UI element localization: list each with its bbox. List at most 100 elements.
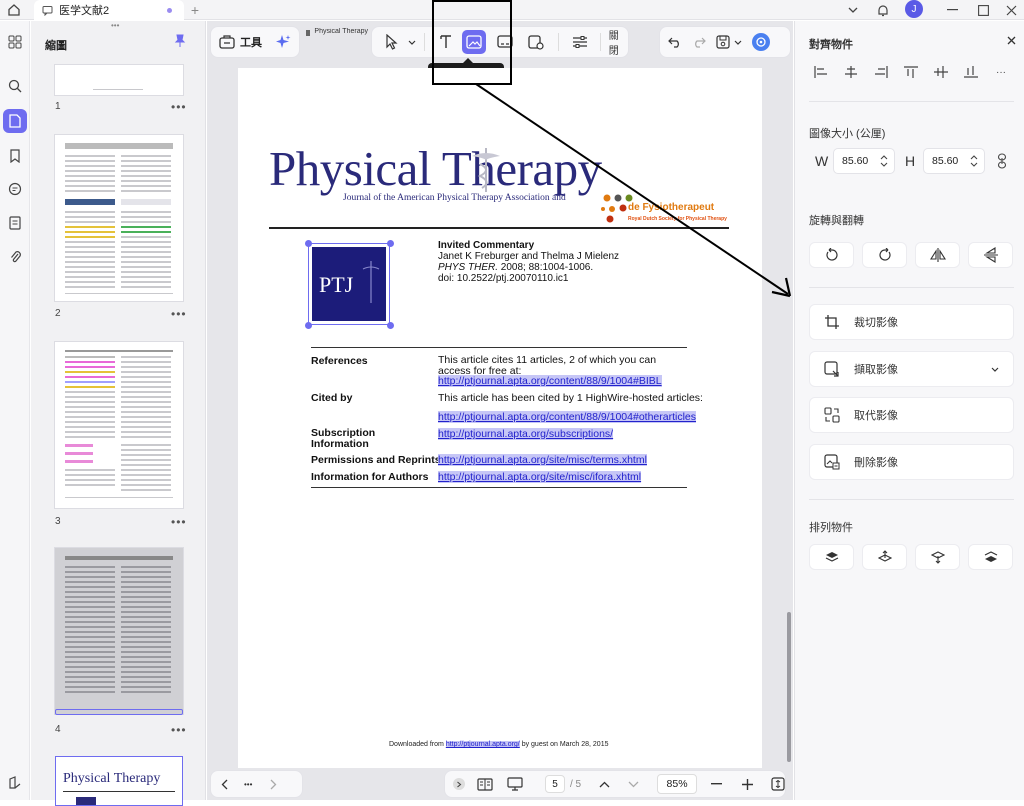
thumbnails-icon[interactable] [3, 109, 27, 133]
attachment-icon[interactable] [3, 245, 27, 269]
save-icon[interactable] [716, 35, 730, 49]
lock-aspect-icon[interactable] [995, 152, 1009, 170]
pin-icon[interactable] [172, 33, 188, 49]
thumbnail-more-button[interactable]: ••• [171, 100, 187, 114]
page-thumbnail-5[interactable]: Physical Therapy [55, 756, 183, 806]
resize-handle[interactable] [387, 240, 394, 247]
page-layout-icon[interactable] [477, 777, 493, 791]
permissions-link[interactable]: http://ptjournal.apta.org/site/misc/term… [438, 454, 647, 466]
zoom-in-icon[interactable] [742, 778, 753, 790]
search-icon[interactable] [3, 74, 27, 98]
chevron-up-icon[interactable] [599, 781, 610, 788]
maximize-icon[interactable] [976, 3, 990, 17]
close-edit-button[interactable]: 關閉 [609, 27, 628, 57]
align-middle-icon[interactable] [933, 66, 949, 78]
page-thumbnail-1[interactable] [55, 65, 183, 95]
send-to-back-button[interactable] [968, 544, 1013, 570]
cited-by-text: This article has been cited by 1 HighWir… [438, 392, 703, 404]
cited-by-link[interactable]: http://ptjournal.apta.org/content/88/9/1… [438, 411, 697, 423]
undo-icon[interactable] [668, 36, 682, 48]
bell-icon[interactable] [876, 2, 890, 18]
page-thumbnail-2[interactable] [55, 135, 183, 301]
stepper-icon[interactable] [880, 155, 888, 167]
selected-image-frame[interactable]: PTJ [305, 240, 394, 329]
page-thumbnail-4[interactable] [55, 548, 183, 714]
thumbnails-panel: 縮圖 ••• 1 ••• 2 ••• 3 ••• 4 ••• Physical … [31, 21, 206, 806]
delete-image-button[interactable]: 刪除影像 [809, 444, 1014, 480]
close-panel-icon[interactable] [1005, 34, 1017, 46]
replace-image-button[interactable]: 取代影像 [809, 397, 1014, 433]
redo-icon[interactable] [692, 36, 706, 48]
select-cursor-icon[interactable] [378, 30, 407, 54]
chevron-down-icon[interactable] [991, 367, 999, 372]
chevron-left-icon[interactable] [221, 779, 228, 790]
thumbnail-more-button[interactable]: ••• [171, 515, 187, 529]
bookmark-icon[interactable] [3, 144, 27, 168]
references-link[interactable]: http://ptjournal.apta.org/content/88/9/1… [438, 375, 662, 387]
ptj-logo-image[interactable]: PTJ [312, 247, 386, 321]
extract-image-button[interactable]: 擷取影像 [809, 351, 1014, 387]
forms-icon[interactable] [3, 211, 27, 235]
height-input[interactable]: 85.60 [923, 148, 985, 174]
more-pages-button[interactable]: ••• [244, 780, 252, 789]
presentation-icon[interactable] [507, 777, 523, 791]
avatar[interactable]: J [905, 0, 923, 18]
page-number-input[interactable]: 5 [544, 775, 565, 793]
arrange-title: 排列物件 [809, 522, 853, 534]
chevron-down-icon[interactable] [846, 3, 860, 17]
toolbox-icon[interactable] [219, 35, 235, 49]
bring-to-front-button[interactable] [809, 544, 854, 570]
tools-label[interactable]: 工具 [240, 34, 262, 50]
chevron-down-icon[interactable] [628, 781, 639, 788]
home-icon[interactable] [6, 2, 22, 18]
chevron-down-icon[interactable] [734, 40, 742, 45]
comments-icon[interactable] [3, 177, 27, 201]
zoom-out-icon[interactable] [711, 783, 722, 785]
width-input[interactable]: 85.60 [833, 148, 895, 174]
send-backward-button[interactable] [915, 544, 960, 570]
collapse-icon[interactable] [453, 778, 465, 790]
ai-sparkle-icon[interactable] [275, 34, 291, 50]
ai-assistant-icon[interactable] [752, 33, 770, 51]
footer-link[interactable]: http://ptjournal.apta.org/ [445, 741, 520, 748]
authors-info-link[interactable]: http://ptjournal.apta.org/site/misc/ifor… [438, 471, 642, 483]
watermark-icon[interactable] [525, 30, 548, 54]
rotate-right-button[interactable] [862, 242, 907, 268]
size-title: 圖像大小 (公厘) [809, 128, 886, 140]
chevron-right-icon[interactable] [270, 779, 277, 790]
layers-icon[interactable] [3, 771, 27, 795]
zoom-level-field[interactable]: 85% [657, 774, 697, 794]
new-tab-plus-icon[interactable]: + [188, 2, 202, 18]
scrollbar-thumb[interactable] [787, 612, 791, 762]
align-right-icon[interactable] [873, 66, 889, 78]
drag-handle[interactable]: ••• [111, 22, 125, 30]
flip-vertical-button[interactable] [968, 242, 1013, 268]
align-left-icon[interactable] [813, 66, 829, 78]
bring-forward-button[interactable] [862, 544, 907, 570]
align-top-icon[interactable] [903, 66, 919, 78]
resize-handle[interactable] [305, 322, 312, 329]
crop-image-button[interactable]: 裁切影像 [809, 304, 1014, 340]
more-align-icon[interactable]: ··· [993, 66, 1009, 78]
view-controls: 5 / 5 85% [444, 770, 786, 798]
align-bottom-icon[interactable] [963, 66, 979, 78]
apps-grid-icon[interactable] [3, 30, 27, 54]
flip-horizontal-button[interactable] [915, 242, 960, 268]
resize-handle[interactable] [387, 322, 394, 329]
breadcrumb: Physical Therapy [306, 28, 368, 38]
page-thumbnail-3[interactable] [55, 342, 183, 508]
align-center-icon[interactable] [843, 66, 859, 78]
thumbnail-more-button[interactable]: ••• [171, 307, 187, 321]
thumbnail-more-button[interactable]: ••• [171, 723, 187, 737]
properties-sliders-icon[interactable] [569, 30, 592, 54]
subscription-link[interactable]: http://ptjournal.apta.org/subscriptions/ [438, 428, 614, 440]
breadcrumb-text[interactable]: Physical Therapy [314, 28, 368, 38]
document-tab[interactable]: 医学文献2 [34, 0, 184, 20]
chevron-down-icon[interactable] [407, 40, 417, 45]
rotate-left-button[interactable] [809, 242, 854, 268]
close-window-icon[interactable] [1004, 3, 1018, 17]
resize-handle[interactable] [305, 240, 312, 247]
fit-page-icon[interactable] [771, 777, 785, 791]
stepper-icon[interactable] [970, 155, 978, 167]
minimize-icon[interactable] [945, 4, 959, 16]
